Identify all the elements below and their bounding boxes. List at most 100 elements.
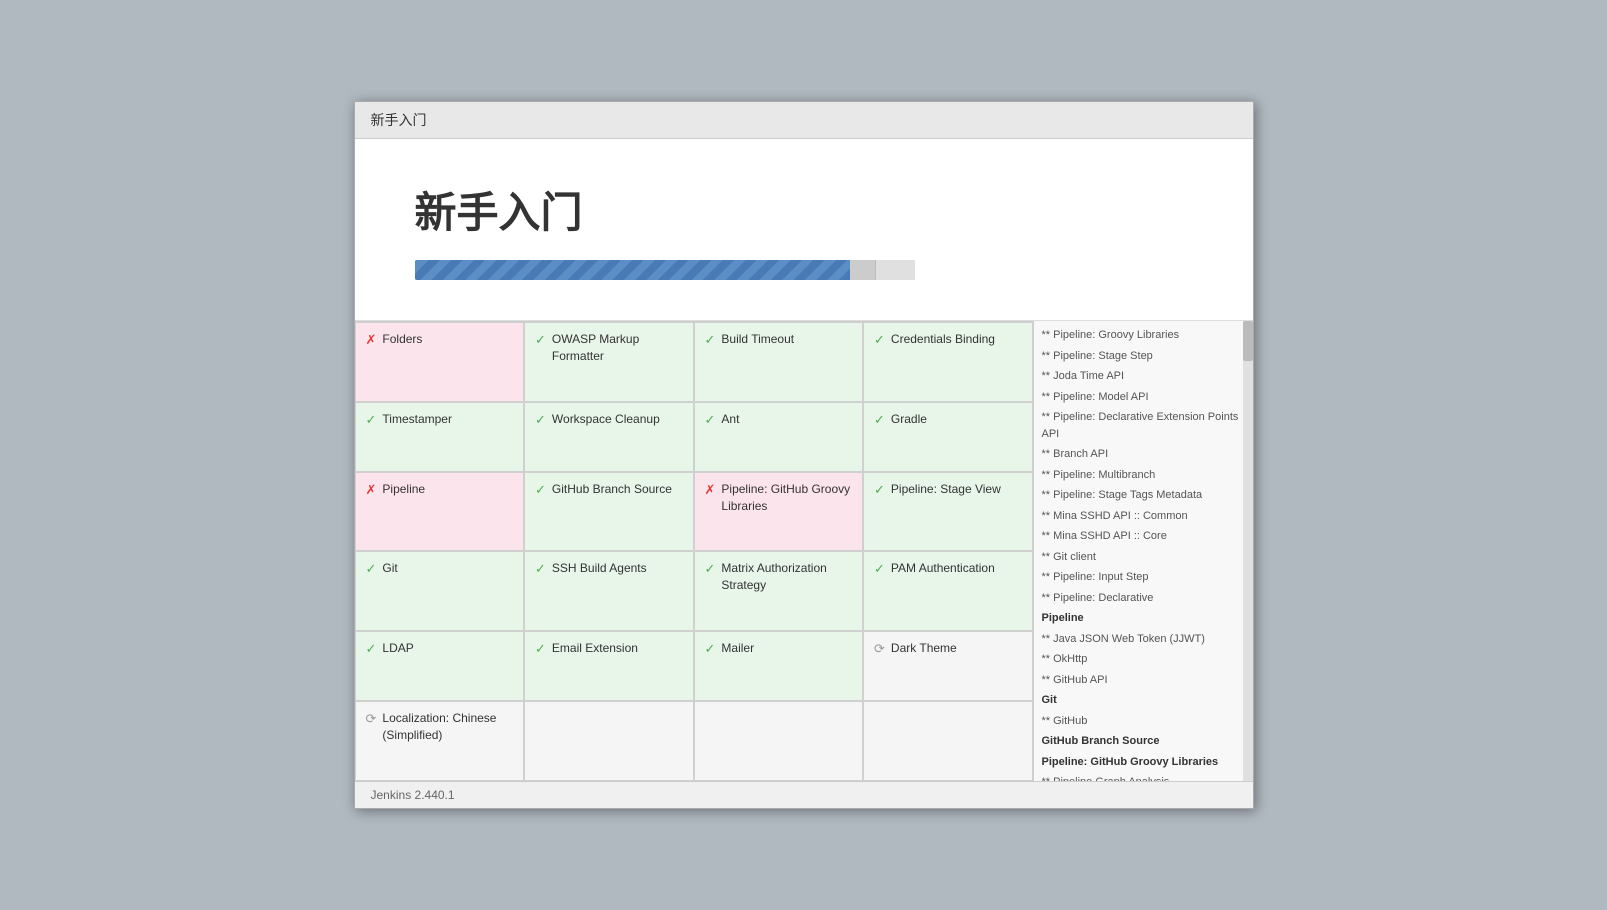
check-icon: ✓: [366, 561, 377, 577]
spinner-icon: ⟳: [366, 711, 377, 727]
sidebar-item: ** GitHub: [1034, 711, 1253, 732]
plugin-name: Git: [382, 560, 397, 577]
empty-cell: [863, 701, 1033, 781]
spinner-icon: ⟳: [874, 641, 885, 657]
plugin-name: Localization: Chinese (Simplified): [382, 710, 513, 744]
hero-section: 新手入门: [355, 139, 1253, 321]
check-icon: ✓: [705, 412, 716, 428]
progress-bar-fill: [415, 260, 850, 280]
plugin-name: Timestamper: [382, 411, 452, 428]
sidebar-item: ** Mina SSHD API :: Core: [1034, 526, 1253, 547]
plugin-cell-ldap: ✓ LDAP: [355, 631, 525, 701]
plugin-cell-pipeline: ✗ Pipeline: [355, 472, 525, 552]
sidebar-item: ** Pipeline: Groovy Libraries: [1034, 325, 1253, 346]
plugin-cell-ant: ✓ Ant: [694, 402, 864, 472]
plugin-cell-email-extension: ✓ Email Extension: [524, 631, 694, 701]
plugin-cell-pipeline-stage-view: ✓ Pipeline: Stage View: [863, 472, 1033, 552]
plugin-cell-github-branch-source: ✓ GitHub Branch Source: [524, 472, 694, 552]
sidebar-item: Pipeline: [1034, 608, 1253, 629]
status-bar: Jenkins 2.440.1: [355, 781, 1253, 808]
plugin-cell-matrix-auth: ✓ Matrix Authorization Strategy: [694, 551, 864, 631]
sidebar-item: ** Java JSON Web Token (JJWT): [1034, 629, 1253, 650]
sidebar-item: ** Pipeline: Input Step: [1034, 567, 1253, 588]
plugin-name: OWASP Markup Formatter: [552, 331, 683, 365]
sidebar-item: ** Git client: [1034, 547, 1253, 568]
check-icon: ✓: [874, 332, 885, 348]
scrollbar-thumb[interactable]: [1243, 321, 1253, 361]
sidebar-item: ** Pipeline: Multibranch: [1034, 465, 1253, 486]
jenkins-version: Jenkins 2.440.1: [371, 788, 455, 802]
sidebar-item: ** Pipeline: Model API: [1034, 387, 1253, 408]
x-icon: ✗: [366, 482, 377, 498]
window-title: 新手入门: [371, 112, 427, 128]
plugin-name: Build Timeout: [721, 331, 794, 348]
empty-cell: [524, 701, 694, 781]
plugin-cell-ssh-build-agents: ✓ SSH Build Agents: [524, 551, 694, 631]
plugin-name: Pipeline: GitHub Groovy Libraries: [721, 481, 852, 515]
plugin-cell-pam-auth: ✓ PAM Authentication: [863, 551, 1033, 631]
plugin-cell-mailer: ✓ Mailer: [694, 631, 864, 701]
plugin-name: Dark Theme: [891, 640, 957, 657]
check-icon: ✓: [705, 641, 716, 657]
sidebar-item: Git: [1034, 690, 1253, 711]
check-icon: ✓: [705, 332, 716, 348]
check-icon: ✓: [874, 482, 885, 498]
check-icon: ✓: [535, 641, 546, 657]
sidebar-item: ** Joda Time API: [1034, 366, 1253, 387]
check-icon: ✓: [366, 641, 377, 657]
plugin-cell-gradle: ✓ Gradle: [863, 402, 1033, 472]
plugin-cell-owasp: ✓ OWASP Markup Formatter: [524, 322, 694, 402]
plugin-name: Credentials Binding: [891, 331, 995, 348]
sidebar-item: Pipeline: GitHub Groovy Libraries: [1034, 752, 1253, 773]
plugin-name: Email Extension: [552, 640, 638, 657]
check-icon: ✓: [535, 561, 546, 577]
check-icon: ✓: [535, 482, 546, 498]
title-bar: 新手入门: [355, 102, 1253, 139]
progress-bar-end: [875, 260, 915, 280]
plugin-name: Workspace Cleanup: [552, 411, 660, 428]
plugin-name: Mailer: [721, 640, 754, 657]
plugin-cell-pipeline-github-groovy: ✗ Pipeline: GitHub Groovy Libraries: [694, 472, 864, 552]
x-icon: ✗: [366, 332, 377, 348]
plugin-cell-credentials-binding: ✓ Credentials Binding: [863, 322, 1033, 402]
x-icon: ✗: [705, 482, 716, 498]
plugin-cell-folders: ✗ Folders: [355, 322, 525, 402]
plugin-name: Ant: [721, 411, 739, 428]
sidebar-item: ** Pipeline: Declarative: [1034, 588, 1253, 609]
sidebar-item: ** GitHub API: [1034, 670, 1253, 691]
plugins-grid: ✗ Folders ✓ OWASP Markup Formatter ✓ Build Ti…: [355, 321, 1033, 781]
sidebar-item: ** OkHttp: [1034, 649, 1253, 670]
check-icon: ✓: [535, 332, 546, 348]
plugin-cell-dark-theme: ⟳ Dark Theme: [863, 631, 1033, 701]
plugin-name: Matrix Authorization Strategy: [721, 560, 852, 594]
progress-bar-container: [415, 260, 915, 280]
plugin-name: PAM Authentication: [891, 560, 995, 577]
plugin-name: LDAP: [382, 640, 413, 657]
check-icon: ✓: [705, 561, 716, 577]
plugin-name: SSH Build Agents: [552, 560, 647, 577]
empty-cell: [694, 701, 864, 781]
sidebar-item: GitHub Branch Source: [1034, 731, 1253, 752]
plugin-name: Gradle: [891, 411, 927, 428]
scrollbar-track[interactable]: [1243, 321, 1253, 781]
main-window: 新手入门 新手入门 ✗ Folders ✓ OWASP Markup Formatte…: [354, 101, 1254, 809]
plugin-cell-workspace-cleanup: ✓ Workspace Cleanup: [524, 402, 694, 472]
check-icon: ✓: [535, 412, 546, 428]
hero-title: 新手入门: [415, 179, 1193, 240]
plugin-name: Pipeline: [382, 481, 425, 498]
content-section: ✗ Folders ✓ OWASP Markup Formatter ✓ Build Ti…: [355, 321, 1253, 781]
check-icon: ✓: [366, 412, 377, 428]
sidebar-item: ** Pipeline Graph Analysis: [1034, 772, 1253, 781]
sidebar-panel[interactable]: ** Pipeline: Groovy Libraries** Pipeline…: [1033, 321, 1253, 781]
plugin-cell-timestamper: ✓ Timestamper: [355, 402, 525, 472]
check-icon: ✓: [874, 412, 885, 428]
plugin-cell-build-timeout: ✓ Build Timeout: [694, 322, 864, 402]
plugin-cell-git: ✓ Git: [355, 551, 525, 631]
plugin-name: GitHub Branch Source: [552, 481, 672, 498]
check-icon: ✓: [874, 561, 885, 577]
sidebar-item: ** Branch API: [1034, 444, 1253, 465]
sidebar-item: ** Pipeline: Declarative Extension Point…: [1034, 407, 1253, 444]
plugin-name: Pipeline: Stage View: [891, 481, 1001, 498]
sidebar-item: ** Pipeline: Stage Step: [1034, 346, 1253, 367]
plugin-name: Folders: [382, 331, 422, 348]
